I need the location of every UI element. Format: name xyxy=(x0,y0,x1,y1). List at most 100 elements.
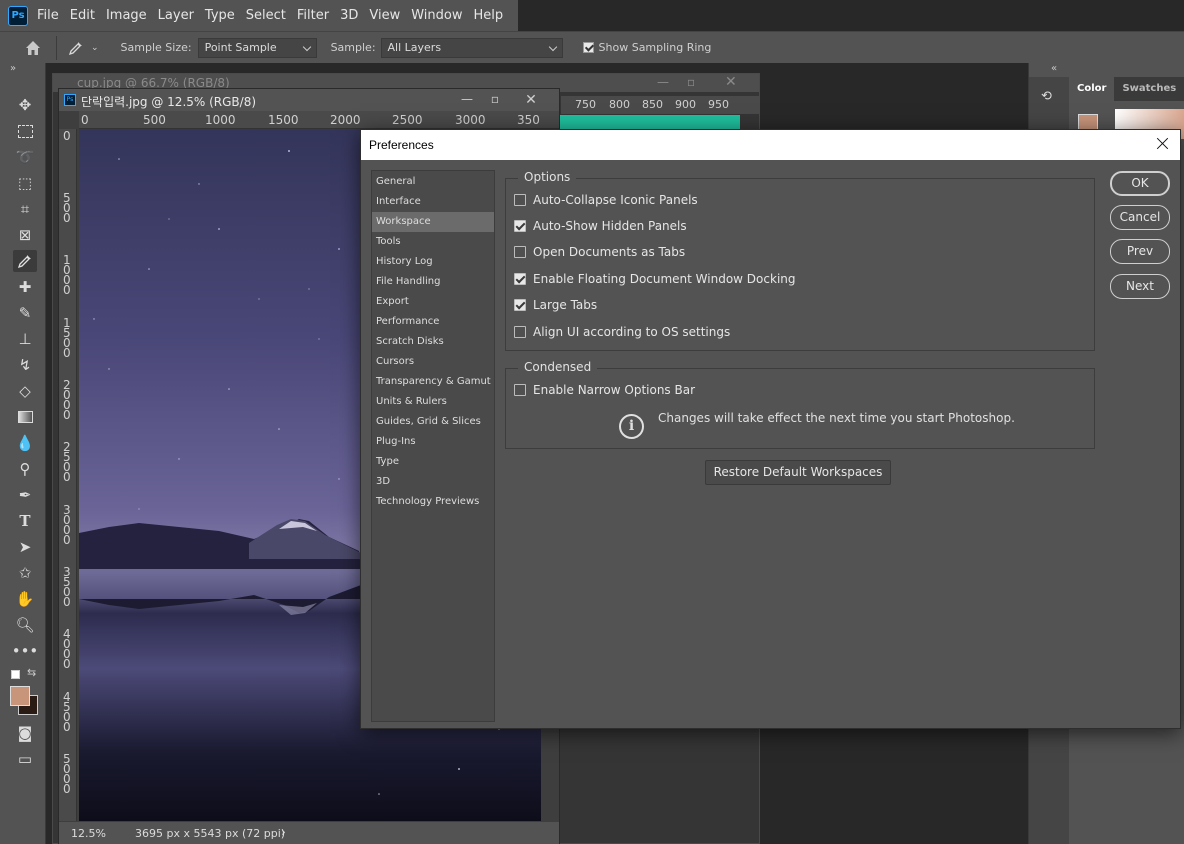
prev-button[interactable]: Prev xyxy=(1110,239,1170,264)
nav-item-general[interactable]: General xyxy=(372,172,494,192)
nav-item-interface[interactable]: Interface xyxy=(372,192,494,212)
next-button[interactable]: Next xyxy=(1110,274,1170,299)
menu-type[interactable]: Type xyxy=(205,8,235,23)
sample-select[interactable]: All Layers xyxy=(380,37,563,58)
shape-tool-icon[interactable]: ✩ xyxy=(13,562,37,584)
maximize-icon[interactable]: ▫ xyxy=(687,75,695,89)
tab-color[interactable]: Color xyxy=(1069,77,1115,101)
eraser-tool-icon[interactable]: ◇ xyxy=(13,380,37,402)
clone-stamp-tool-icon[interactable]: ⊥ xyxy=(13,328,37,350)
menu-view[interactable]: View xyxy=(369,8,400,23)
blur-tool-icon[interactable]: 💧 xyxy=(13,432,37,454)
menu-edit[interactable]: Edit xyxy=(70,8,95,23)
quick-mask-icon[interactable]: ◙ xyxy=(13,722,37,744)
menu-filter[interactable]: Filter xyxy=(297,8,329,23)
nav-item-transparency-gamut[interactable]: Transparency & Gamut xyxy=(372,372,494,392)
chevron-right-icon[interactable]: › xyxy=(281,825,286,839)
path-selection-tool-icon[interactable]: ➤ xyxy=(13,536,37,558)
nav-item-performance[interactable]: Performance xyxy=(372,312,494,332)
menu-select[interactable]: Select xyxy=(246,8,286,23)
menu-window[interactable]: Window xyxy=(411,8,462,23)
chevron-down-icon[interactable]: ⌄ xyxy=(91,43,99,53)
nav-item-tools[interactable]: Tools xyxy=(372,232,494,252)
document-titlebar[interactable]: Ps 단락입력.jpg @ 12.5% (RGB/8) — ▫ ✕ xyxy=(59,89,559,111)
dialog-titlebar[interactable]: Preferences xyxy=(361,130,1180,160)
show-sampling-ring-toggle[interactable]: Show Sampling Ring xyxy=(582,41,711,54)
type-tool-icon[interactable]: T xyxy=(13,510,37,532)
minimize-icon[interactable]: — xyxy=(657,75,669,89)
marquee-tool-icon[interactable] xyxy=(13,120,37,142)
menu-file[interactable]: File xyxy=(37,8,59,23)
expand-panel-icon[interactable]: » xyxy=(10,63,16,74)
nav-item-cursors[interactable]: Cursors xyxy=(372,352,494,372)
nav-item-3d[interactable]: 3D xyxy=(372,472,494,492)
menu-help[interactable]: Help xyxy=(474,8,504,23)
option-label: Enable Narrow Options Bar xyxy=(533,383,696,397)
maximize-icon[interactable]: ▫ xyxy=(481,92,509,108)
healing-brush-tool-icon[interactable]: ✚ xyxy=(13,276,37,298)
nav-item-plug-ins[interactable]: Plug-Ins xyxy=(372,432,494,452)
nav-item-units-rulers[interactable]: Units & Rulers xyxy=(372,392,494,412)
hand-tool-icon[interactable]: ✋ xyxy=(13,588,37,610)
option-large-tabs[interactable]: Large Tabs xyxy=(514,298,597,312)
nav-item-export[interactable]: Export xyxy=(372,292,494,312)
lasso-tool-icon[interactable]: ➰ xyxy=(13,146,37,168)
brush-tool-icon[interactable]: ✎ xyxy=(13,302,37,324)
zoom-tool-icon[interactable]: 🔍︎ xyxy=(13,614,37,636)
foreground-color-swatch[interactable] xyxy=(10,686,30,706)
default-colors-icon[interactable] xyxy=(11,670,20,679)
eyedropper-tool-icon[interactable] xyxy=(13,250,37,272)
pen-tool-icon[interactable]: ✒ xyxy=(13,484,37,506)
collapse-panel-icon[interactable]: « xyxy=(1051,63,1057,74)
checkbox[interactable] xyxy=(514,194,526,206)
checkbox[interactable] xyxy=(514,220,526,232)
history-panel-icon[interactable]: ⟲ xyxy=(1041,89,1052,104)
option-enable-floating-document-window-docking[interactable]: Enable Floating Document Window Docking xyxy=(514,272,796,286)
ok-button[interactable]: OK xyxy=(1110,171,1170,196)
restore-default-workspaces-button[interactable]: Restore Default Workspaces xyxy=(705,460,891,485)
close-icon[interactable] xyxy=(1154,135,1172,153)
nav-item-type[interactable]: Type xyxy=(372,452,494,472)
eyedropper-preset-icon[interactable] xyxy=(67,39,85,57)
option-align-ui-os-settings[interactable]: Align UI according to OS settings xyxy=(514,325,730,339)
minimize-icon[interactable]: — xyxy=(453,92,481,108)
menu-layer[interactable]: Layer xyxy=(158,8,194,23)
nav-item-file-handling[interactable]: File Handling xyxy=(372,272,494,292)
nav-item-technology-previews[interactable]: Technology Previews xyxy=(372,492,494,512)
ruler-vertical[interactable]: 0 500 1000 1500 2000 2500 3000 3500 4000… xyxy=(59,129,77,821)
frame-tool-icon[interactable]: ⊠ xyxy=(13,224,37,246)
move-tool-icon[interactable]: ✥ xyxy=(13,94,37,116)
sample-size-select[interactable]: Point Sample xyxy=(197,37,317,58)
checkbox[interactable] xyxy=(514,273,526,285)
gradient-tool-icon[interactable] xyxy=(13,406,37,428)
nav-item-scratch-disks[interactable]: Scratch Disks xyxy=(372,332,494,352)
home-icon[interactable] xyxy=(24,39,42,57)
swap-colors-icon[interactable]: ⇆ xyxy=(27,666,36,679)
ruler-horizontal[interactable]: 0 500 1000 1500 2000 2500 3000 350 xyxy=(79,111,559,129)
option-enable-narrow-options-bar[interactable]: Enable Narrow Options Bar xyxy=(514,383,695,397)
nav-item-history-log[interactable]: History Log xyxy=(372,252,494,272)
crop-tool-icon[interactable]: ⌗ xyxy=(13,198,37,220)
checkbox[interactable] xyxy=(514,326,526,338)
zoom-level[interactable]: 12.5% xyxy=(71,827,106,840)
checkbox[interactable] xyxy=(514,246,526,258)
show-sampling-ring-checkbox[interactable] xyxy=(582,42,594,53)
checkbox[interactable] xyxy=(514,299,526,311)
nav-item-guides-grid-slices[interactable]: Guides, Grid & Slices xyxy=(372,412,494,432)
history-brush-tool-icon[interactable]: ↯ xyxy=(13,354,37,376)
dodge-tool-icon[interactable]: ⚲ xyxy=(13,458,37,480)
cancel-button[interactable]: Cancel xyxy=(1110,205,1170,230)
tab-swatches[interactable]: Swatches xyxy=(1114,77,1184,101)
object-selection-tool-icon[interactable]: ⬚ xyxy=(13,172,37,194)
close-icon[interactable]: ✕ xyxy=(725,74,737,90)
menu-image[interactable]: Image xyxy=(106,8,147,23)
option-auto-show-hidden-panels[interactable]: Auto-Show Hidden Panels xyxy=(514,219,687,233)
checkbox[interactable] xyxy=(514,384,526,396)
nav-item-workspace[interactable]: Workspace xyxy=(372,212,494,232)
more-tools-icon[interactable]: ••• xyxy=(12,640,39,662)
menu-3d[interactable]: 3D xyxy=(340,8,358,23)
close-icon[interactable]: ✕ xyxy=(517,92,545,108)
option-auto-collapse-iconic-panels[interactable]: Auto-Collapse Iconic Panels xyxy=(514,193,698,207)
option-open-documents-as-tabs[interactable]: Open Documents as Tabs xyxy=(514,245,685,259)
screen-mode-icon[interactable]: ▭ xyxy=(13,748,37,770)
